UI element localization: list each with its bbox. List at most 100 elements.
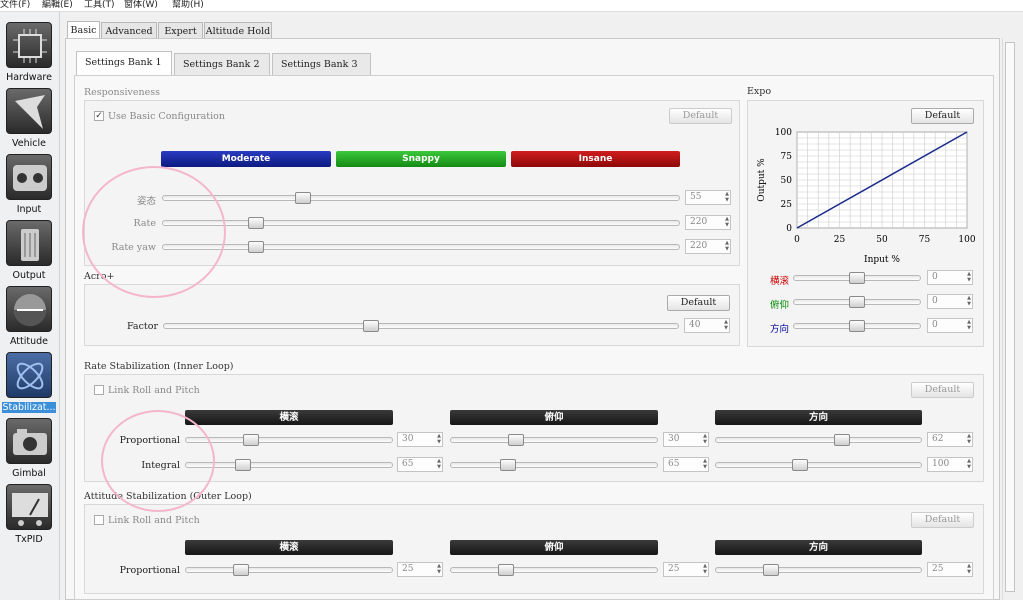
rate-pitch-p-slider[interactable] bbox=[450, 434, 658, 446]
expo-pitch-slider[interactable] bbox=[793, 296, 921, 308]
rate-stab-default-button[interactable]: Default bbox=[911, 382, 974, 398]
responsiveness-default-button[interactable]: Default bbox=[669, 108, 732, 124]
expo-default-button[interactable]: Default bbox=[911, 108, 974, 124]
sidebar-item-attitude[interactable]: Attitude bbox=[0, 286, 58, 350]
slider-handle[interactable] bbox=[763, 564, 779, 576]
attitude-spinbox[interactable]: 55 bbox=[685, 190, 731, 205]
slider-handle[interactable] bbox=[792, 459, 808, 471]
use-basic-checkbox[interactable]: ✓ bbox=[94, 111, 104, 121]
att-stab-default-button[interactable]: Default bbox=[911, 512, 974, 528]
rate-pitch-p-spinbox[interactable]: 30 bbox=[663, 432, 709, 447]
menu-file[interactable]: 文件(F) bbox=[0, 0, 30, 11]
menu-tools[interactable]: 工具(T) bbox=[84, 0, 115, 11]
expo-chart: 0 25 50 75 100 0 25 50 75 100 Input % Output % bbox=[757, 128, 976, 265]
att-roll-p-slider[interactable] bbox=[185, 564, 393, 576]
sidebar-item-hardware[interactable]: Hardware bbox=[0, 22, 58, 86]
att-yaw-p-slider[interactable] bbox=[715, 564, 922, 576]
sidebar-item-label: Stabilizat... bbox=[2, 402, 56, 413]
tab-settings-bank-2[interactable]: Settings Bank 2 bbox=[174, 53, 270, 92]
expo-roll-label: 横滚 bbox=[769, 276, 789, 287]
rate-roll-i-slider[interactable] bbox=[185, 459, 393, 471]
att-yaw-p-spinbox[interactable]: 25 bbox=[927, 562, 973, 577]
acro-default-button[interactable]: Default bbox=[667, 295, 730, 311]
att-roll-p-spinbox[interactable]: 25 bbox=[397, 562, 443, 577]
slider-handle[interactable] bbox=[508, 434, 524, 446]
rate-roll-i-spinbox[interactable]: 65 bbox=[397, 457, 443, 472]
slider-handle[interactable] bbox=[233, 564, 249, 576]
att-link-checkbox[interactable] bbox=[94, 515, 104, 525]
moderate-button[interactable]: Moderate bbox=[161, 151, 331, 167]
rate-proportional-label: Proportional bbox=[119, 435, 180, 446]
att-yaw-header: 方向 bbox=[715, 540, 922, 555]
slider-handle[interactable] bbox=[849, 320, 865, 332]
menu-edit[interactable]: 編輯(E) bbox=[42, 0, 73, 11]
expo-yaw-label: 方向 bbox=[769, 324, 789, 335]
x-tick-label: 75 bbox=[919, 235, 931, 245]
insane-button[interactable]: Insane bbox=[511, 151, 680, 167]
slider-handle[interactable] bbox=[243, 434, 259, 446]
expo-yaw-spinbox[interactable]: 0 bbox=[927, 318, 973, 333]
attitude-icon bbox=[6, 286, 52, 332]
expo-roll-spinbox[interactable]: 0 bbox=[927, 270, 973, 285]
x-axis-label: Input % bbox=[864, 255, 900, 265]
vertical-scrollbar[interactable] bbox=[1002, 38, 1016, 600]
sidebar-item-txpid[interactable]: TxPID bbox=[0, 484, 58, 548]
sidebar-item-vehicle[interactable]: Vehicle bbox=[0, 88, 58, 152]
controller-icon bbox=[6, 154, 52, 200]
att-pitch-p-spinbox[interactable]: 25 bbox=[663, 562, 709, 577]
camera-icon bbox=[6, 418, 52, 464]
rate-yaw-header: 方向 bbox=[715, 410, 922, 425]
attitude-slider[interactable] bbox=[162, 192, 680, 204]
expo-pitch-spinbox[interactable]: 0 bbox=[927, 294, 973, 309]
sidebar-item-label: Gimbal bbox=[12, 468, 46, 479]
factor-slider[interactable] bbox=[163, 320, 679, 332]
rate-yaw-slider[interactable] bbox=[162, 241, 680, 253]
snappy-button[interactable]: Snappy bbox=[336, 151, 506, 167]
x-tick-label: 100 bbox=[958, 235, 975, 245]
rate-slider[interactable] bbox=[162, 217, 680, 229]
expo-roll-slider[interactable] bbox=[793, 272, 921, 284]
sidebar-item-gimbal[interactable]: Gimbal bbox=[0, 418, 58, 482]
rate-yaw-i-slider[interactable] bbox=[715, 459, 922, 471]
tab-settings-bank-3[interactable]: Settings Bank 3 bbox=[272, 53, 371, 92]
rate-yaw-i-spinbox[interactable]: 100 bbox=[927, 457, 973, 472]
rate-pitch-i-slider[interactable] bbox=[450, 459, 658, 471]
rate-spinbox[interactable]: 220 bbox=[685, 215, 731, 230]
slider-handle[interactable] bbox=[849, 272, 865, 284]
slider-handle[interactable] bbox=[235, 459, 251, 471]
rate-roll-p-slider[interactable] bbox=[185, 434, 393, 446]
menu-bar: 文件(F) 編輯(E) 工具(T) 窗体(W) 幫助(H) bbox=[0, 0, 1023, 12]
responsiveness-group bbox=[84, 100, 740, 266]
slider-handle[interactable] bbox=[834, 434, 850, 446]
tab-settings-bank-1[interactable]: Settings Bank 1 bbox=[76, 51, 172, 90]
rate-pitch-i-spinbox[interactable]: 65 bbox=[663, 457, 709, 472]
slider-handle[interactable] bbox=[363, 320, 379, 332]
sidebar-item-label: Input bbox=[16, 204, 42, 215]
sidebar-item-input[interactable]: Input bbox=[0, 154, 58, 218]
slider-handle[interactable] bbox=[248, 217, 264, 229]
slider-handle[interactable] bbox=[248, 241, 264, 253]
rate-link-checkbox[interactable] bbox=[94, 385, 104, 395]
slider-handle[interactable] bbox=[498, 564, 514, 576]
expo-yaw-slider[interactable] bbox=[793, 320, 921, 332]
slider-handle[interactable] bbox=[849, 296, 865, 308]
scrollbar-thumb[interactable] bbox=[1005, 42, 1015, 592]
responsiveness-title: Responsiveness bbox=[84, 87, 160, 98]
att-pitch-p-slider[interactable] bbox=[450, 564, 658, 576]
rate-yaw-p-spinbox[interactable]: 62 bbox=[927, 432, 973, 447]
slider-handle[interactable] bbox=[500, 459, 516, 471]
x-tick-label: 50 bbox=[876, 235, 888, 245]
sidebar-item-stabilization[interactable]: Stabilizat... bbox=[0, 352, 58, 416]
sidebar-item-output[interactable]: Output bbox=[0, 220, 58, 284]
menu-help[interactable]: 幫助(H) bbox=[172, 0, 204, 11]
rate-yaw-p-slider[interactable] bbox=[715, 434, 922, 446]
bank-tab-label: Settings Bank 2 bbox=[183, 59, 260, 70]
rate-pitch-header: 俯仰 bbox=[450, 410, 658, 425]
chip-icon bbox=[6, 22, 52, 68]
slider-handle[interactable] bbox=[295, 192, 311, 204]
menu-window[interactable]: 窗体(W) bbox=[124, 0, 158, 11]
rate-yaw-spinbox[interactable]: 220 bbox=[685, 239, 731, 254]
rate-link-label: Link Roll and Pitch bbox=[108, 385, 200, 396]
factor-spinbox[interactable]: 40 bbox=[684, 318, 730, 333]
rate-roll-p-spinbox[interactable]: 30 bbox=[397, 432, 443, 447]
